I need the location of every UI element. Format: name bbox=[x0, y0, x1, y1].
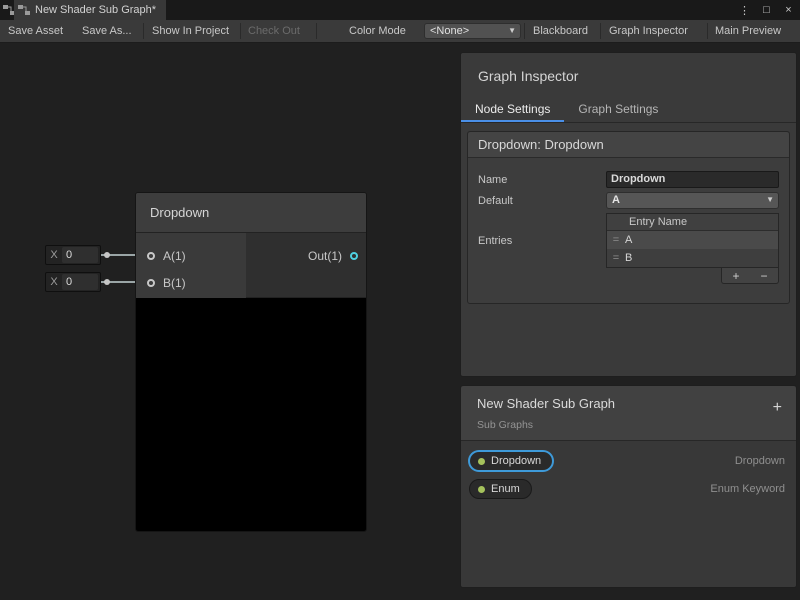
graph-inspector-panel: Graph Inspector Node Settings Graph Sett… bbox=[460, 52, 797, 377]
entry-name: B bbox=[625, 249, 632, 267]
graph-canvas[interactable]: X 0 X 0 Dropdown A(1) B(1) Out(1) bbox=[0, 43, 800, 600]
value-field[interactable]: 0 bbox=[62, 247, 98, 263]
blackboard-item-dropdown[interactable]: Dropdown bbox=[469, 451, 553, 471]
color-mode-dropdown[interactable]: <None> ▼ bbox=[424, 23, 521, 39]
node-preview bbox=[136, 298, 366, 531]
edge-port-dot bbox=[104, 279, 110, 285]
add-entry-button[interactable]: + bbox=[732, 269, 739, 283]
entries-list-footer: + − bbox=[478, 268, 779, 284]
drag-handle-icon[interactable]: = bbox=[607, 249, 625, 267]
toolbar-separator bbox=[240, 23, 241, 39]
blackboard-item-label: Enum bbox=[491, 483, 520, 495]
add-property-button[interactable]: + bbox=[773, 400, 782, 416]
blackboard-item-enum[interactable]: Enum bbox=[469, 479, 532, 499]
default-dropdown[interactable]: A ▼ bbox=[606, 192, 779, 209]
kebab-menu-icon[interactable]: ⋮ bbox=[738, 4, 751, 17]
remove-entry-button[interactable]: − bbox=[760, 269, 767, 283]
default-value: A bbox=[612, 194, 620, 206]
blackboard-row-dropdown: Dropdown Dropdown bbox=[461, 447, 796, 475]
tab-graph-settings[interactable]: Graph Settings bbox=[564, 97, 672, 122]
input-port-a[interactable] bbox=[147, 252, 155, 260]
blackboard-title: New Shader Sub Graph bbox=[477, 396, 780, 411]
save-asset-button[interactable]: Save Asset bbox=[2, 20, 69, 42]
panel-title: Graph Inspector bbox=[461, 53, 796, 97]
chevron-down-icon: ▼ bbox=[508, 24, 516, 38]
name-input[interactable]: Dropdown bbox=[606, 171, 779, 188]
group-header: Dropdown: Dropdown bbox=[468, 132, 789, 158]
toolbar-separator bbox=[143, 23, 144, 39]
toolbar-separator bbox=[316, 23, 317, 39]
input-port-row-a: A(1) bbox=[147, 249, 186, 263]
node-title[interactable]: Dropdown bbox=[136, 193, 366, 233]
blackboard-item-label: Dropdown bbox=[491, 455, 541, 467]
chevron-down-icon: ▼ bbox=[766, 193, 774, 207]
document-tab[interactable]: New Shader Sub Graph* bbox=[14, 0, 166, 20]
edge-port-dot bbox=[104, 252, 110, 258]
input-value-widget-a[interactable]: X 0 bbox=[45, 245, 101, 265]
blackboard-subtitle: Sub Graphs bbox=[477, 419, 780, 431]
blackboard-item-type: Enum Keyword bbox=[710, 483, 785, 495]
default-property-row: Default A ▼ bbox=[478, 192, 779, 209]
node-settings-group: Dropdown: Dropdown Name Dropdown Default… bbox=[467, 131, 790, 304]
axis-label: X bbox=[46, 276, 62, 288]
default-label: Default bbox=[478, 195, 606, 207]
entries-list: Entry Name = A = B bbox=[606, 213, 779, 268]
input-value-widget-b[interactable]: X 0 bbox=[45, 272, 101, 292]
titlebar: New Shader Sub Graph* ⋮ □ × bbox=[0, 0, 800, 20]
tab-node-settings[interactable]: Node Settings bbox=[461, 97, 564, 122]
node-ports-area: A(1) B(1) Out(1) bbox=[136, 233, 366, 298]
name-label: Name bbox=[478, 174, 606, 186]
port-label-b: B(1) bbox=[163, 276, 186, 290]
maximize-icon[interactable]: □ bbox=[760, 4, 773, 16]
color-mode-label: Color Mode bbox=[343, 20, 412, 42]
entry-row-a[interactable]: = A bbox=[607, 231, 778, 249]
toolbar: Save Asset Save As... Show In Project Ch… bbox=[0, 20, 800, 43]
shader-graph-icon bbox=[18, 4, 30, 16]
window-controls: ⋮ □ × bbox=[738, 0, 795, 20]
shader-graph-window: New Shader Sub Graph* ⋮ □ × Save Asset S… bbox=[0, 0, 800, 600]
input-port-row-b: B(1) bbox=[147, 276, 186, 290]
entries-footer-buttons: + − bbox=[721, 268, 779, 284]
entry-row-b[interactable]: = B bbox=[607, 249, 778, 267]
drag-handle-icon[interactable]: = bbox=[607, 231, 625, 249]
main-preview-toggle-button[interactable]: Main Preview bbox=[709, 20, 787, 42]
graph-inspector-toggle-button[interactable]: Graph Inspector bbox=[603, 20, 694, 42]
toolbar-separator bbox=[600, 23, 601, 39]
blackboard-panel: New Shader Sub Graph Sub Graphs + Dropdo… bbox=[460, 385, 797, 588]
entries-property-row: Entries Entry Name = A = B bbox=[478, 213, 779, 268]
show-in-project-button[interactable]: Show In Project bbox=[146, 20, 235, 42]
output-port[interactable] bbox=[350, 252, 358, 260]
output-port-row: Out(1) bbox=[308, 249, 358, 263]
entries-column-header: Entry Name bbox=[607, 214, 778, 231]
port-label-out: Out(1) bbox=[308, 249, 342, 263]
port-label-a: A(1) bbox=[163, 249, 186, 263]
group-body: Name Dropdown Default A ▼ Entries Entry bbox=[468, 158, 789, 284]
color-mode-value: <None> bbox=[430, 25, 469, 37]
entry-name: A bbox=[625, 231, 632, 249]
toolbar-separator bbox=[524, 23, 525, 39]
blackboard-header: New Shader Sub Graph Sub Graphs + bbox=[461, 386, 796, 441]
tab-title: New Shader Sub Graph* bbox=[35, 4, 156, 16]
close-icon[interactable]: × bbox=[782, 4, 795, 16]
blackboard-items: Dropdown Dropdown Enum Enum Keyword bbox=[461, 441, 796, 503]
entries-label: Entries bbox=[478, 235, 606, 247]
axis-label: X bbox=[46, 249, 62, 261]
inspector-tabs: Node Settings Graph Settings bbox=[461, 97, 796, 123]
property-type-dot-icon bbox=[478, 486, 485, 493]
dropdown-node[interactable]: Dropdown A(1) B(1) Out(1) bbox=[135, 192, 367, 532]
value-field[interactable]: 0 bbox=[62, 274, 98, 290]
blackboard-row-enum: Enum Enum Keyword bbox=[461, 475, 796, 503]
property-type-dot-icon bbox=[478, 458, 485, 465]
name-property-row: Name Dropdown bbox=[478, 171, 779, 188]
check-out-button[interactable]: Check Out bbox=[242, 20, 306, 42]
toolbar-separator bbox=[707, 23, 708, 39]
blackboard-toggle-button[interactable]: Blackboard bbox=[527, 20, 594, 42]
blackboard-item-type: Dropdown bbox=[735, 455, 785, 467]
save-as-button[interactable]: Save As... bbox=[76, 20, 138, 42]
input-port-b[interactable] bbox=[147, 279, 155, 287]
